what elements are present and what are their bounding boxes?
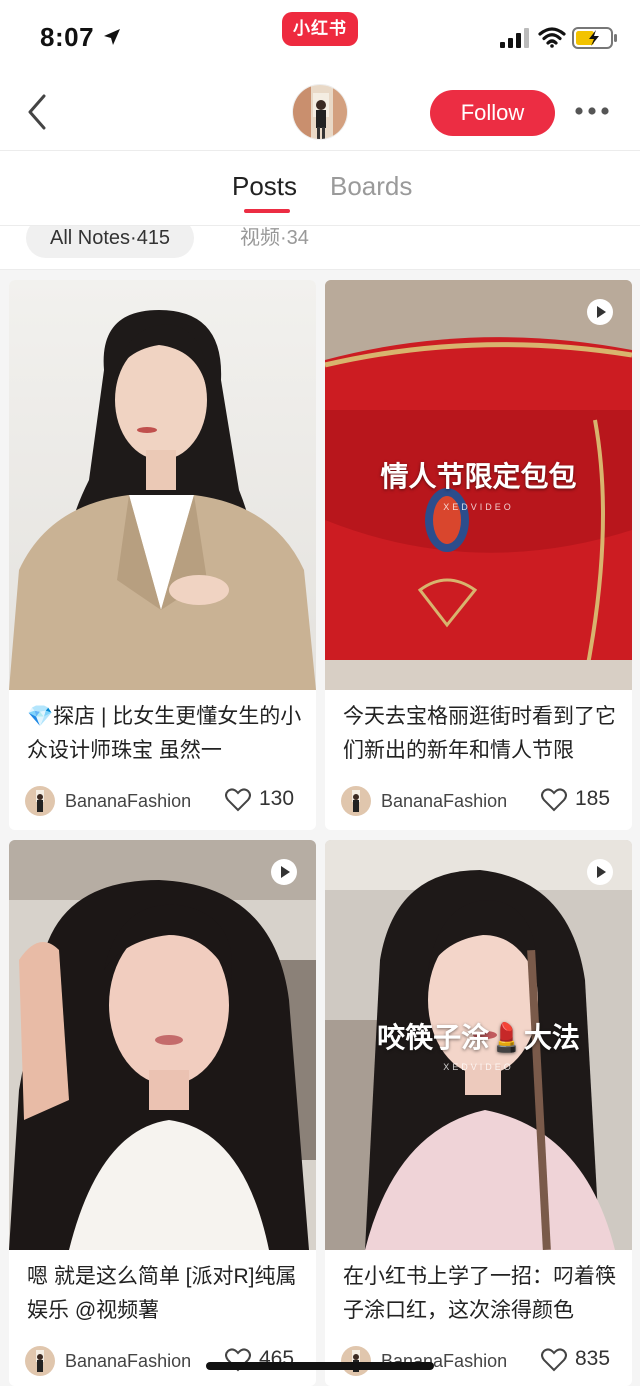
follow-button[interactable]: Follow bbox=[430, 90, 555, 136]
status-time: 8:07 bbox=[40, 22, 95, 52]
post-author-row: BananaFashion 130 bbox=[25, 783, 305, 819]
post-author-row: BananaFashion 465 bbox=[25, 1343, 305, 1379]
profile-avatar[interactable] bbox=[292, 84, 348, 140]
like-count: 835 bbox=[575, 1347, 611, 1370]
post-card[interactable]: 嗯 就是这么简单 [派对R]纯属娱乐 @视频薯 BananaFashion 46… bbox=[9, 840, 316, 1386]
post-image bbox=[9, 280, 316, 690]
video-caption-overlay: 情人节限定包包 bbox=[380, 461, 577, 492]
wifi-icon bbox=[538, 27, 566, 48]
active-tab-indicator bbox=[244, 209, 290, 213]
play-icon bbox=[587, 859, 613, 885]
more-options-icon[interactable] bbox=[574, 104, 610, 118]
filter-all-notes[interactable]: All Notes·415 bbox=[26, 226, 195, 258]
post-author-row: BananaFashion 185 bbox=[341, 783, 621, 819]
post-video-thumbnail: 咬筷子涂💄大法 XEDVIDEO bbox=[325, 840, 632, 1250]
back-arrow-icon[interactable] bbox=[22, 92, 52, 132]
video-watermark: XEDVIDEO bbox=[443, 1062, 514, 1072]
author-avatar[interactable] bbox=[25, 1346, 55, 1376]
author-avatar[interactable] bbox=[341, 1346, 371, 1376]
post-video-thumbnail: 情人节限定包包 XEDVIDEO bbox=[325, 280, 632, 690]
heart-icon[interactable] bbox=[541, 1348, 567, 1372]
post-card[interactable]: 咬筷子涂💄大法 XEDVIDEO 在小红书上学了一招：叼着筷子涂口红，这次涂得颜… bbox=[325, 840, 632, 1386]
play-icon bbox=[587, 299, 613, 325]
post-card[interactable]: 💎探店 | 比女生更懂女生的小众设计师珠宝 虽然一 BananaFashion … bbox=[9, 280, 316, 830]
like-count: 130 bbox=[259, 787, 295, 810]
tab-posts[interactable]: Posts bbox=[232, 171, 297, 202]
profile-page: 8:07 小红书 Follow Posts Boards All Notes·4… bbox=[0, 0, 640, 1386]
brand-logo: 小红书 bbox=[282, 12, 358, 46]
author-name[interactable]: BananaFashion bbox=[381, 791, 507, 812]
like-count: 185 bbox=[575, 787, 611, 810]
heart-icon[interactable] bbox=[541, 788, 567, 812]
post-author-row: BananaFashion 835 bbox=[341, 1343, 621, 1379]
author-name[interactable]: BananaFashion bbox=[65, 1351, 191, 1372]
post-title: 💎探店 | 比女生更懂女生的小众设计师珠宝 虽然一 bbox=[27, 705, 302, 762]
profile-header: Follow bbox=[0, 78, 640, 150]
filter-bar: All Notes·415 视频·34 bbox=[0, 226, 640, 270]
battery-charging-icon bbox=[572, 27, 617, 49]
filter-videos[interactable]: 视频·34 bbox=[240, 226, 309, 250]
cellular-signal-icon bbox=[500, 28, 529, 48]
post-title: 在小红书上学了一招：叼着筷子涂口红，这次涂得颜色 bbox=[343, 1265, 616, 1322]
author-avatar[interactable] bbox=[341, 786, 371, 816]
profile-tabs: Posts Boards bbox=[0, 150, 640, 226]
video-watermark: XEDVIDEO bbox=[443, 502, 514, 512]
home-indicator[interactable] bbox=[206, 1362, 434, 1370]
post-card[interactable]: 情人节限定包包 XEDVIDEO 今天去宝格丽逛街时看到了它们新出的新年和情人节… bbox=[325, 280, 632, 830]
status-bar: 8:07 小红书 bbox=[0, 0, 640, 78]
author-avatar[interactable] bbox=[25, 786, 55, 816]
video-caption-overlay: 咬筷子涂💄大法 bbox=[377, 1022, 580, 1053]
author-name[interactable]: BananaFashion bbox=[65, 791, 191, 812]
tab-boards[interactable]: Boards bbox=[330, 171, 412, 202]
post-video-thumbnail bbox=[9, 840, 316, 1250]
play-icon bbox=[271, 859, 297, 885]
post-title: 今天去宝格丽逛街时看到了它们新出的新年和情人节限 bbox=[343, 705, 616, 762]
heart-icon[interactable] bbox=[225, 788, 251, 812]
post-title: 嗯 就是这么简单 [派对R]纯属娱乐 @视频薯 bbox=[27, 1265, 297, 1322]
location-arrow-icon bbox=[104, 29, 120, 45]
